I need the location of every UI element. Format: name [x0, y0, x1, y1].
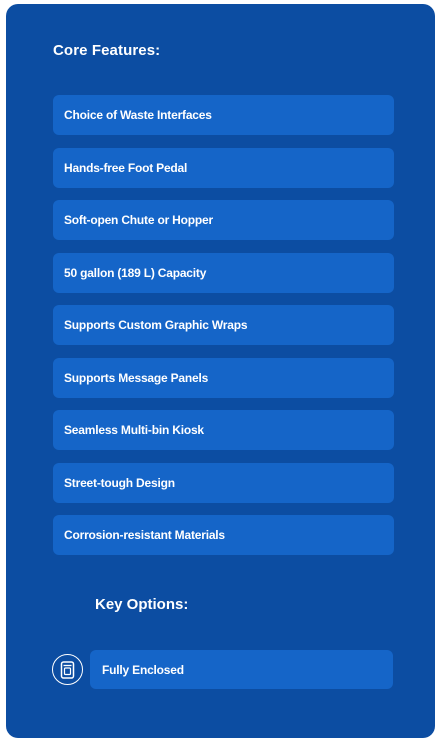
feature-item-multi-bin-kiosk[interactable]: Seamless Multi-bin Kiosk [53, 410, 394, 450]
feature-item-corrosion-resistant[interactable]: Corrosion-resistant Materials [53, 515, 394, 555]
feature-item-soft-open-chute[interactable]: Soft-open Chute or Hopper [53, 200, 394, 240]
feature-item-graphic-wraps[interactable]: Supports Custom Graphic Wraps [53, 305, 394, 345]
feature-item-street-tough[interactable]: Street-tough Design [53, 462, 394, 503]
option-row-fully-enclosed: Fully Enclosed [52, 650, 394, 690]
key-options-title: Key Options: [95, 596, 189, 613]
feature-item-waste-interfaces[interactable]: Choice of Waste Interfaces [53, 95, 394, 135]
feature-item-capacity[interactable]: 50 gallon (189 L) Capacity [53, 252, 394, 293]
feature-item-message-panels[interactable]: Supports Message Panels [53, 357, 394, 398]
core-features-title: Core Features: [53, 42, 161, 59]
option-fully-enclosed[interactable]: Fully Enclosed [90, 650, 393, 689]
feature-item-foot-pedal[interactable]: Hands-free Foot Pedal [53, 147, 394, 188]
features-panel: Core Features: Choice of Waste Interface… [6, 4, 435, 738]
core-features-list: Choice of Waste Interfaces Hands-free Fo… [53, 95, 394, 568]
enclosed-bin-icon [52, 654, 83, 685]
